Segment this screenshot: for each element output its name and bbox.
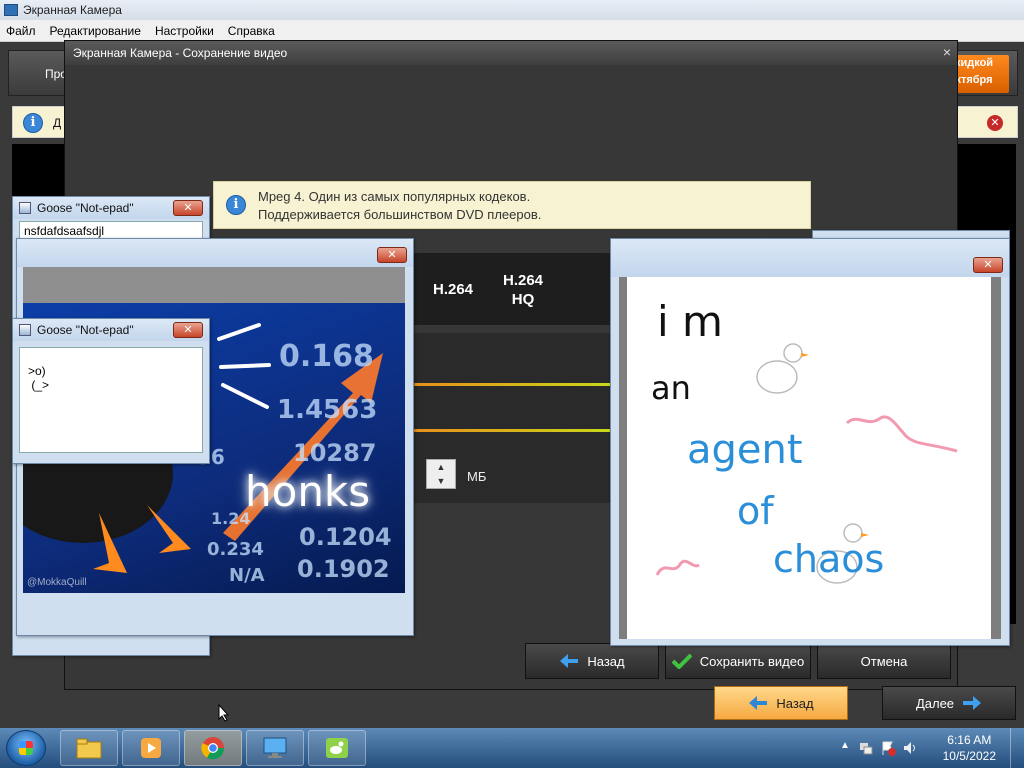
taskbar-goose[interactable] <box>308 730 366 766</box>
menu-edit[interactable]: Редактирование <box>50 24 141 38</box>
dialog-back-button[interactable]: Назад <box>525 643 659 679</box>
mouse-cursor-icon <box>218 704 230 722</box>
drawing-frame: i m an agent of chaos <box>619 277 1001 639</box>
menu-settings[interactable]: Настройки <box>155 24 214 38</box>
checkmark-icon <box>671 653 692 669</box>
codec-h264-hq[interactable]: H.264 HQ <box>503 271 543 309</box>
app-icon <box>4 4 18 16</box>
dialog-close-icon[interactable]: × <box>943 44 951 60</box>
close-icon[interactable]: ✕ <box>173 322 203 338</box>
menu-file[interactable]: Файл <box>6 24 36 38</box>
goose-icon <box>326 738 348 758</box>
dialog-titlebar: Экранная Камера - Сохранение видео × <box>65 41 957 65</box>
tray-expand-icon[interactable]: ▲ <box>840 740 850 751</box>
close-icon[interactable]: ✕ <box>987 115 1003 131</box>
meme-caption: honks <box>245 467 371 516</box>
drawing-window-titlebar: ✕ <box>611 239 1009 277</box>
goose-drawing-window: ✕ i m an agent of chaos <box>610 238 1010 646</box>
clock-date: 10/5/2022 <box>942 749 996 763</box>
meme-number: 0.168 <box>279 339 374 374</box>
folder-icon <box>76 738 102 759</box>
clock[interactable]: 6:16 AM 10/5/2022 <box>943 732 996 764</box>
dialog-title: Экранная Камера - Сохранение видео <box>73 46 288 60</box>
taskbar-chrome[interactable] <box>184 730 242 766</box>
meme-number: 0.1902 <box>297 555 390 583</box>
taskbar: ▲ 6:16 AM 10/5/2022 <box>0 728 1024 768</box>
codec-h264[interactable]: H.264 <box>433 281 473 298</box>
drawing-canvas: i m an agent of chaos <box>627 277 991 639</box>
wizard-next-label: Далее <box>915 695 955 711</box>
monitor-icon <box>263 737 287 758</box>
save-video-label: Сохранить видео <box>699 653 805 669</box>
meme-number: 0.1204 <box>299 523 392 551</box>
flag-error-icon[interactable] <box>880 740 896 756</box>
size-stepper[interactable]: ▲ ▼ <box>426 459 456 489</box>
notepad-text: nsfdafdsaafsdjl <box>24 224 105 238</box>
drawing-word: chaos <box>773 537 885 581</box>
volume-icon[interactable] <box>902 740 918 756</box>
meme-watermark: @MokkaQuill <box>27 577 87 588</box>
arrow-left-icon <box>560 654 579 668</box>
codec-info-box: i Mpeg 4. Один из самых популярных кодек… <box>213 181 811 229</box>
taskbar-explorer[interactable] <box>60 730 118 766</box>
codec-info-line1: Mpeg 4. Один из самых популярных кодеков… <box>258 189 531 204</box>
cancel-label: Отмена <box>860 653 908 669</box>
notepad-titlebar: Goose "Not-epad" ✕ <box>13 319 209 341</box>
notepad-icon <box>19 202 31 214</box>
cancel-button[interactable]: Отмена <box>817 643 951 679</box>
goose-notepad-window-2: Goose "Not-epad" ✕ >o) (_> <box>12 318 210 464</box>
drawing-word: i m <box>657 297 723 346</box>
arrow-left-icon <box>749 696 768 710</box>
start-button[interactable] <box>6 730 46 766</box>
codec-info-line2: Поддерживается большинством DVD плееров. <box>258 207 542 222</box>
meme-window-header <box>23 267 405 303</box>
drawing-word: agent <box>687 427 803 473</box>
dialog-back-label: Назад <box>587 653 625 669</box>
arrow-right-icon <box>963 696 982 710</box>
wizard-back-button[interactable]: Назад <box>714 686 848 720</box>
menu-help[interactable]: Справка <box>228 24 275 38</box>
meme-number: 1.4563 <box>277 395 378 425</box>
info-icon: i <box>23 113 43 133</box>
close-icon[interactable]: ✕ <box>973 257 1003 273</box>
show-desktop-button[interactable] <box>1010 728 1024 768</box>
meme-number: 10287 <box>293 439 377 467</box>
media-player-icon <box>141 738 161 758</box>
taskbar-screen-camera[interactable] <box>246 730 304 766</box>
taskbar-media-player[interactable] <box>122 730 180 766</box>
drawing-word: an <box>651 369 691 407</box>
close-icon[interactable]: ✕ <box>173 200 203 216</box>
save-video-button[interactable]: Сохранить видео <box>665 643 811 679</box>
clock-time: 6:16 AM <box>947 733 992 747</box>
info-icon: i <box>226 195 246 215</box>
notepad-titlebar: Goose "Not-epad" ✕ <box>13 197 209 219</box>
system-tray: ▲ 6:16 AM 10/5/2022 <box>834 728 1024 768</box>
network-icon[interactable] <box>858 740 874 756</box>
notepad-title: Goose "Not-epad" <box>37 323 134 337</box>
notepad-title: Goose "Not-epad" <box>37 201 134 215</box>
wizard-back-label: Назад <box>776 695 814 711</box>
menubar: Файл Редактирование Настройки Справка <box>0 20 1024 42</box>
close-icon[interactable]: ✕ <box>377 247 407 263</box>
app-titlebar: Экранная Камера <box>0 0 1024 20</box>
drawing-word: of <box>737 489 774 533</box>
notepad-text-area[interactable]: >o) (_> <box>19 347 203 453</box>
wizard-next-button[interactable]: Далее <box>882 686 1016 720</box>
meme-window-titlebar: ✕ <box>17 239 413 267</box>
chrome-icon <box>201 737 225 760</box>
meme-number: 0.234 <box>207 539 264 560</box>
app-title: Экранная Камера <box>23 3 122 17</box>
notepad-icon <box>19 324 31 336</box>
notepad-text: >o) (_> <box>28 364 50 392</box>
size-unit-label: МБ <box>467 469 487 484</box>
app-info-text: Д <box>53 116 62 130</box>
meme-number: N/A <box>229 565 265 586</box>
